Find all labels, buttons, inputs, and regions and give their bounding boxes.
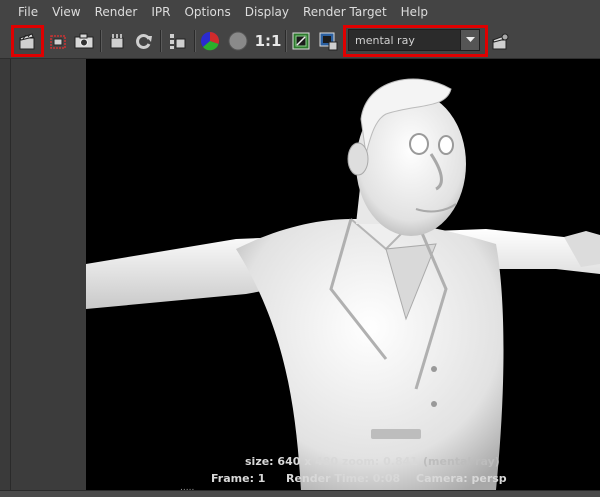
- toolbar-separator: [285, 30, 287, 52]
- menu-render-target[interactable]: Render Target: [296, 5, 394, 19]
- render-view-toolbar: 1:1 mental ray: [0, 24, 600, 59]
- keep-image-icon: [292, 32, 310, 50]
- remove-image-icon: [319, 32, 338, 51]
- remove-image-button[interactable]: [316, 29, 340, 53]
- menu-display[interactable]: Display: [238, 5, 296, 19]
- renderer-dropdown[interactable]: mental ray: [348, 29, 480, 51]
- rendered-character-image: [86, 78, 600, 490]
- real-size-label: 1:1: [254, 32, 282, 50]
- ipr-render-icon: [110, 34, 124, 49]
- frame-info: Frame: 1: [211, 472, 266, 485]
- render-viewport[interactable]: size: 640 x 480 zoom: 0.841 (mental ray)…: [86, 59, 600, 490]
- highlight-box-render-button: [11, 25, 44, 57]
- render-size-info: size: 640 x 480 zoom: 0.841: [245, 455, 418, 468]
- toolbar-separator: [100, 30, 102, 52]
- menu-options[interactable]: Options: [177, 5, 237, 19]
- render-region-button[interactable]: [46, 29, 70, 53]
- toolbar-separator: [160, 30, 162, 52]
- renderer-value: mental ray: [355, 33, 415, 47]
- keep-image-button[interactable]: [289, 29, 313, 53]
- rgb-channels-icon: [201, 31, 220, 51]
- alpha-channel-icon: [228, 31, 248, 51]
- render-region-icon: [50, 35, 66, 49]
- alpha-channel-button[interactable]: [226, 29, 250, 53]
- rgb-channels-button[interactable]: [198, 29, 222, 53]
- camera-info: Camera: persp: [416, 472, 507, 485]
- real-size-button[interactable]: 1:1: [254, 29, 282, 53]
- scroll-grip: .....: [180, 483, 195, 493]
- menu-view[interactable]: View: [45, 5, 87, 19]
- render-settings-button[interactable]: [488, 29, 512, 53]
- menu-bar: File View Render IPR Options Display Ren…: [0, 0, 600, 24]
- render-time-info: Render Time: 0:08: [286, 472, 401, 485]
- panel-left-edge: [0, 59, 11, 490]
- refresh-icon: [136, 34, 152, 49]
- menu-ipr[interactable]: IPR: [144, 5, 177, 19]
- toolbar-separator: [194, 30, 196, 52]
- ipr-tuning-icon: [170, 34, 186, 49]
- renderer-info: (mental ray): [423, 455, 500, 468]
- chevron-down-icon: [460, 30, 479, 50]
- render-settings-icon: [492, 33, 509, 50]
- menu-file[interactable]: File: [0, 5, 45, 19]
- ipr-tuning-button[interactable]: [165, 29, 189, 53]
- ipr-render-button[interactable]: [105, 29, 129, 53]
- menu-help[interactable]: Help: [394, 5, 435, 19]
- snapshot-button[interactable]: [72, 29, 96, 53]
- snapshot-icon: [74, 33, 94, 49]
- menu-render[interactable]: Render: [88, 5, 145, 19]
- refresh-ipr-button[interactable]: [132, 29, 156, 53]
